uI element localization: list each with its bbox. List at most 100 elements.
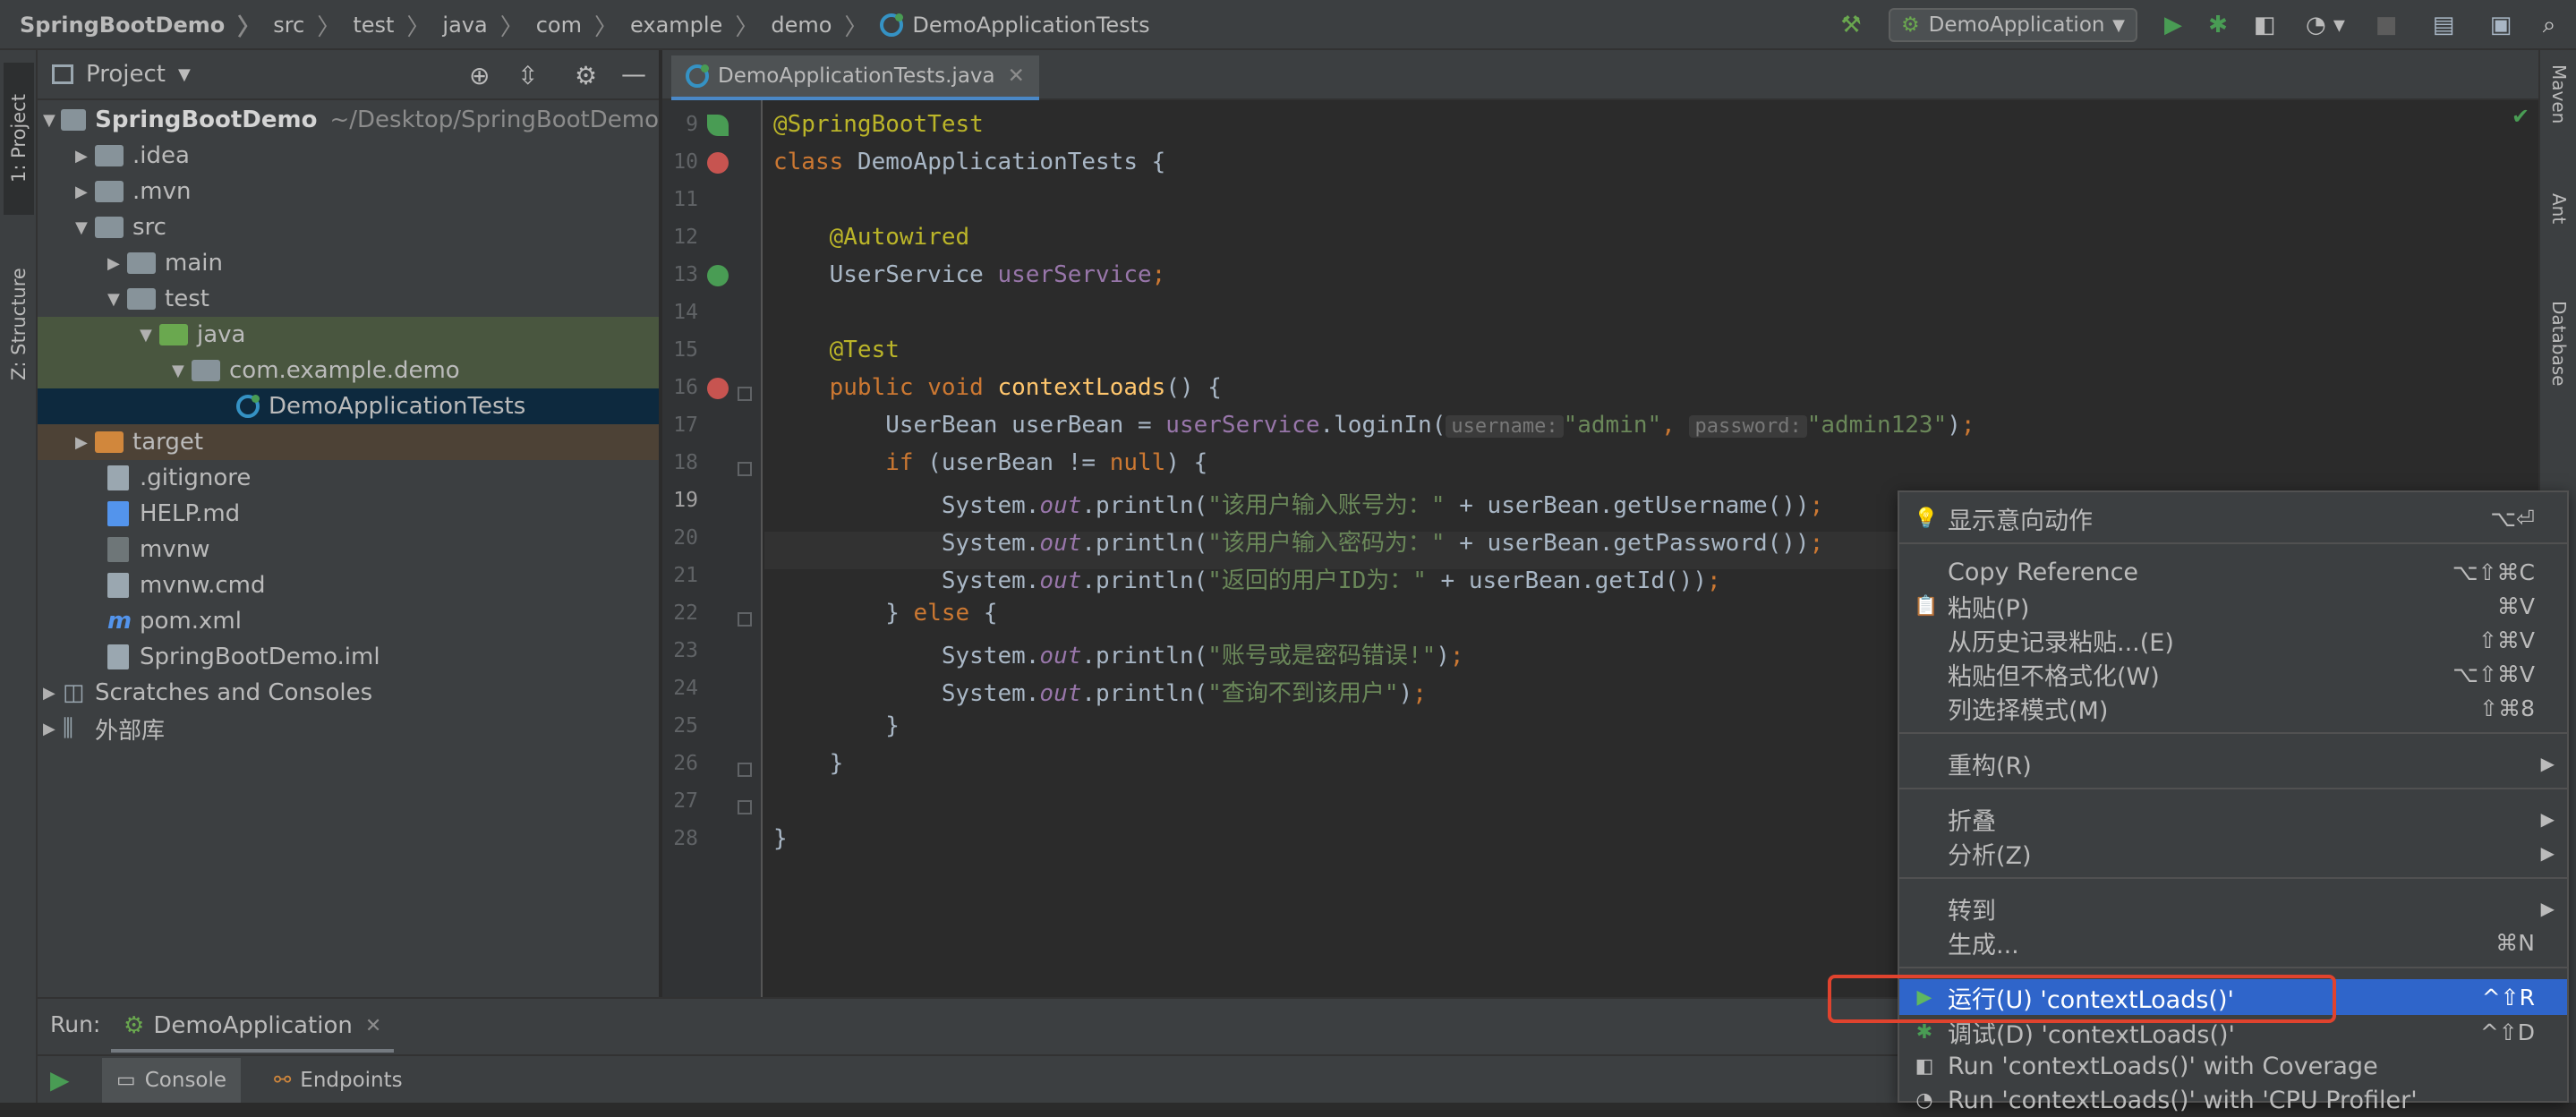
folder-icon — [127, 288, 156, 310]
code-line[interactable]: } — [773, 750, 844, 777]
tree-item-root[interactable]: ▼ SpringBootDemo ~/Desktop/SpringBootDem… — [38, 102, 659, 138]
menu-item-generate[interactable]: 生成... ⌘N — [1899, 925, 2567, 959]
project-structure-icon[interactable]: ▤ — [2427, 9, 2460, 41]
code-line[interactable]: System.out.println("账号或是密码错误!"); — [773, 637, 1464, 670]
debug-icon[interactable]: ✱ — [2202, 9, 2234, 41]
breadcrumb-item[interactable]: demo 〉 — [771, 9, 880, 42]
breadcrumb-item[interactable]: DemoApplicationTests — [880, 13, 1150, 38]
tab-ant[interactable]: Ant — [2546, 193, 2572, 292]
code-line[interactable]: System.out.println("查询不到该用户"); — [773, 675, 1427, 708]
navigate-bean-icon[interactable] — [707, 265, 729, 286]
tree-item-test-class[interactable]: DemoApplicationTests — [38, 388, 659, 424]
close-icon[interactable]: ✕ — [1008, 64, 1025, 88]
tree-item-package[interactable]: ▼ com.example.demo — [38, 353, 659, 388]
line-number: 19 — [673, 489, 698, 512]
tree-item-pom[interactable]: m pom.xml — [38, 603, 659, 639]
tree-item-src[interactable]: ▼ src — [38, 209, 659, 245]
tree-item-scratches[interactable]: ▶ ◫ Scratches and Consoles — [38, 675, 659, 711]
menu-item-folding[interactable]: 折叠 ▶ — [1899, 802, 2567, 836]
project-panel-title[interactable]: Project — [86, 61, 166, 88]
code-line[interactable]: @SpringBootTest — [773, 111, 984, 138]
breadcrumb-item[interactable]: com 〉 — [536, 9, 630, 42]
layout-icon[interactable]: ▣ — [2485, 9, 2517, 41]
menu-item-run-with-cpu-profiler[interactable]: ◔ Run 'contextLoads()' with 'CPU Profiler… — [1899, 1083, 2567, 1117]
fold-marker-icon[interactable] — [738, 387, 752, 401]
menu-item-show-intentions[interactable]: 💡 显示意向动作 ⌥⏎ — [1899, 501, 2567, 535]
code-line[interactable]: @Test — [773, 337, 900, 363]
line-number: 10 — [673, 150, 698, 174]
tree-item-java[interactable]: ▼ java — [38, 317, 659, 353]
breadcrumb-item[interactable]: java 〉 — [442, 9, 535, 42]
tree-item-mvnw[interactable]: mvnw — [38, 532, 659, 567]
code-line[interactable]: } — [773, 712, 900, 739]
code-line[interactable]: UserService userService; — [773, 261, 1166, 288]
code-line[interactable]: public void contextLoads() { — [773, 374, 1222, 401]
breadcrumb-item[interactable]: src 〉 — [273, 9, 353, 42]
tree-item-label: test — [165, 286, 209, 312]
tree-item-help[interactable]: HELP.md — [38, 496, 659, 532]
tree-item-external-libraries[interactable]: ▶ ⫼ 外部库 — [38, 711, 659, 746]
tree-item-main[interactable]: ▶ main — [38, 245, 659, 281]
code-line[interactable]: class DemoApplicationTests { — [773, 149, 1165, 175]
profiler-icon[interactable]: ◔ ▾ — [2297, 9, 2354, 41]
collapse-all-icon[interactable]: ⇳ — [517, 61, 538, 90]
fold-marker-icon[interactable] — [738, 800, 752, 814]
locate-icon[interactable]: ⊕ — [469, 61, 490, 90]
tree-item-label: com.example.demo — [229, 357, 460, 384]
menu-item-paste-from-history[interactable]: 从历史记录粘贴...(E) ⇧⌘V — [1899, 623, 2567, 657]
code-line[interactable]: System.out.println("返回的用户ID为：" + userBea… — [773, 562, 1721, 595]
code-line[interactable]: } — [773, 825, 788, 852]
breadcrumb-item[interactable]: example 〉 — [630, 9, 771, 42]
run-icon[interactable]: ▶ — [2157, 9, 2189, 41]
code-line[interactable]: System.out.println("该用户输入密码为：" + userBea… — [773, 524, 1823, 558]
menu-item-goto[interactable]: 转到 ▶ — [1899, 891, 2567, 925]
menu-item-run-with-coverage[interactable]: ◧ Run 'contextLoads()' with Coverage — [1899, 1049, 2567, 1083]
spring-bean-icon[interactable] — [707, 115, 729, 136]
tab-endpoints[interactable]: ⚯ Endpoints — [260, 1058, 417, 1103]
rerun-icon[interactable]: ▶ — [50, 1065, 70, 1095]
close-icon[interactable]: ✕ — [365, 1015, 381, 1037]
menu-item-paste[interactable]: 📋 粘贴(P) ⌘V — [1899, 589, 2567, 623]
minimize-icon[interactable]: — — [621, 59, 646, 89]
menu-item-analyze[interactable]: 分析(Z) ▶ — [1899, 836, 2567, 870]
tree-item-idea[interactable]: ▶ .idea — [38, 138, 659, 174]
stop-icon[interactable]: ■ — [2370, 9, 2402, 41]
breadcrumb-item[interactable]: test 〉 — [353, 9, 442, 42]
run-test-icon[interactable] — [707, 152, 729, 174]
menu-item-column-selection[interactable]: 列选择模式(M) ⇧⌘8 — [1899, 691, 2567, 725]
menu-item-refactor[interactable]: 重构(R) ▶ — [1899, 746, 2567, 780]
coverage-icon[interactable]: ◧ — [2248, 9, 2281, 41]
code-line[interactable]: System.out.println("该用户输入账号为：" + userBea… — [773, 487, 1823, 520]
menu-item-paste-no-format[interactable]: 粘贴但不格式化(W) ⌥⇧⌘V — [1899, 657, 2567, 691]
tab-console[interactable]: ▭ Console — [102, 1058, 242, 1103]
chevron-right-icon: 〉 — [594, 13, 618, 41]
tree-item-gitignore[interactable]: .gitignore — [38, 460, 659, 496]
fold-marker-icon[interactable] — [738, 462, 752, 476]
package-icon — [192, 360, 220, 381]
code-line[interactable]: @Autowired — [773, 224, 970, 251]
tab-database[interactable]: Database — [2546, 301, 2572, 453]
tab-maven[interactable]: Maven — [2546, 64, 2572, 181]
tree-item-mvnw-cmd[interactable]: mvnw.cmd — [38, 567, 659, 603]
tab-demo-application-tests[interactable]: DemoApplicationTests.java ✕ — [671, 55, 1039, 100]
menu-item-copy-reference[interactable]: Copy Reference ⌥⇧⌘C — [1899, 555, 2567, 589]
code-line[interactable]: } else { — [773, 600, 997, 627]
tab-project[interactable]: 1: Project — [4, 63, 34, 215]
tree-item-test[interactable]: ▼ test — [38, 281, 659, 317]
tree-item-target[interactable]: ▶ target — [38, 424, 659, 460]
gear-icon[interactable]: ⚙ — [575, 61, 597, 90]
run-test-icon[interactable] — [707, 378, 729, 399]
fold-marker-icon[interactable] — [738, 612, 752, 627]
search-icon[interactable]: ⌕ — [2533, 9, 2565, 41]
tab-run-demo-application[interactable]: ⚙ DemoApplication ✕ — [111, 1002, 395, 1053]
chevron-down-icon[interactable]: ▼ — [178, 65, 191, 84]
breadcrumb-item[interactable]: SpringBootDemo 〉 — [20, 9, 273, 42]
hammer-icon[interactable]: ⚒ — [1835, 9, 1867, 41]
run-configuration-select[interactable]: ⚙ DemoApplication ▼ — [1889, 8, 2137, 42]
fold-marker-icon[interactable] — [738, 763, 752, 777]
tree-item-iml[interactable]: SpringBootDemo.iml — [38, 639, 659, 675]
code-line[interactable]: UserBean userBean = userService.loginIn(… — [773, 412, 1975, 439]
tab-structure[interactable]: Z: Structure — [4, 226, 34, 422]
tree-item-mvn[interactable]: ▶ .mvn — [38, 174, 659, 209]
code-line[interactable]: if (userBean != null) { — [773, 449, 1207, 476]
